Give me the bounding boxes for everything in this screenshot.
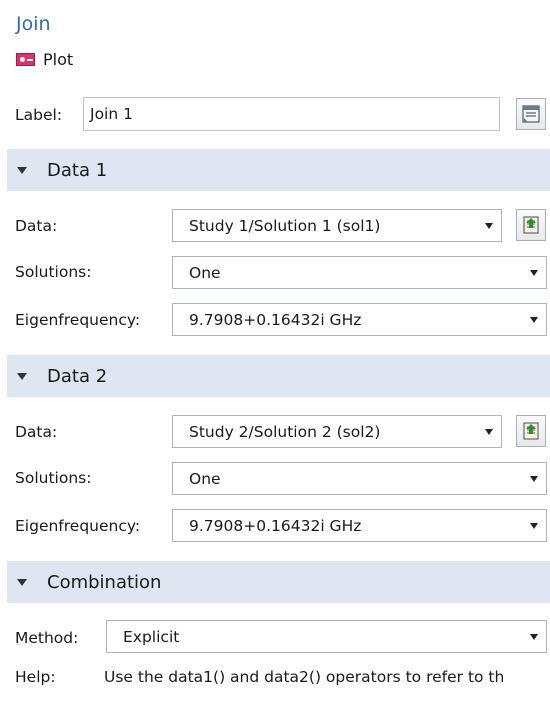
data1-eigen-label: Eigenfrequency: xyxy=(15,311,141,329)
select-value: Study 1/Solution 1 (sol1) xyxy=(189,216,381,235)
plot-icon xyxy=(16,53,35,66)
select-value: 9.7908+0.16432i GHz xyxy=(189,310,362,329)
section-title: Combination xyxy=(47,571,162,593)
data1-solutions-select[interactable]: One xyxy=(172,256,547,289)
data2-solutions-label: Solutions: xyxy=(15,469,92,487)
method-select[interactable]: Explicit xyxy=(106,620,547,653)
data2-eigenfrequency-select[interactable]: 9.7908+0.16432i GHz xyxy=(172,509,547,542)
select-value: One xyxy=(189,263,221,282)
data2-eigen-label: Eigenfrequency: xyxy=(15,517,141,535)
collapse-triangle-icon xyxy=(17,578,27,586)
section-title: Data 1 xyxy=(47,159,108,181)
chevron-down-icon xyxy=(530,269,538,276)
edit-node-icon xyxy=(522,105,540,123)
data2-dataset-select[interactable]: Study 2/Solution 2 (sol2) xyxy=(172,415,502,448)
data2-goto-source-button[interactable] xyxy=(516,415,546,447)
chevron-down-icon xyxy=(485,222,493,229)
section-data-2-header[interactable]: Data 2 xyxy=(7,355,550,397)
help-text: Use the data1() and data2() operators to… xyxy=(104,668,505,686)
chevron-down-icon xyxy=(530,316,538,323)
data2-data-label: Data: xyxy=(15,423,58,441)
data1-eigenfrequency-select[interactable]: 9.7908+0.16432i GHz xyxy=(172,303,547,336)
label-input[interactable]: Join 1 xyxy=(83,97,500,131)
node-type-label: Plot xyxy=(43,50,74,69)
data1-data-label: Data: xyxy=(15,217,58,235)
select-value: 9.7908+0.16432i GHz xyxy=(189,516,362,535)
select-value: Study 2/Solution 2 (sol2) xyxy=(189,422,381,441)
collapse-triangle-icon xyxy=(17,372,27,380)
data1-solutions-label: Solutions: xyxy=(15,263,92,281)
panel-title: Join xyxy=(16,13,51,35)
go-to-source-icon xyxy=(523,216,539,234)
chevron-down-icon xyxy=(530,475,538,482)
section-data-1-header[interactable]: Data 1 xyxy=(7,149,550,191)
data1-goto-source-button[interactable] xyxy=(516,209,546,241)
edit-label-button[interactable] xyxy=(516,98,546,130)
help-label: Help: xyxy=(15,668,56,686)
chevron-down-icon xyxy=(530,522,538,529)
data2-solutions-select[interactable]: One xyxy=(172,462,547,495)
section-combination-header[interactable]: Combination xyxy=(7,561,550,603)
go-to-source-icon xyxy=(523,422,539,440)
select-value: One xyxy=(189,469,221,488)
select-value: Explicit xyxy=(123,627,180,646)
label-field-label: Label: xyxy=(15,106,63,124)
chevron-down-icon xyxy=(485,428,493,435)
data1-dataset-select[interactable]: Study 1/Solution 1 (sol1) xyxy=(172,209,502,242)
chevron-down-icon xyxy=(530,633,538,640)
collapse-triangle-icon xyxy=(17,166,27,174)
section-title: Data 2 xyxy=(47,365,108,387)
method-label: Method: xyxy=(15,629,79,647)
node-type-row: Plot xyxy=(16,50,73,69)
